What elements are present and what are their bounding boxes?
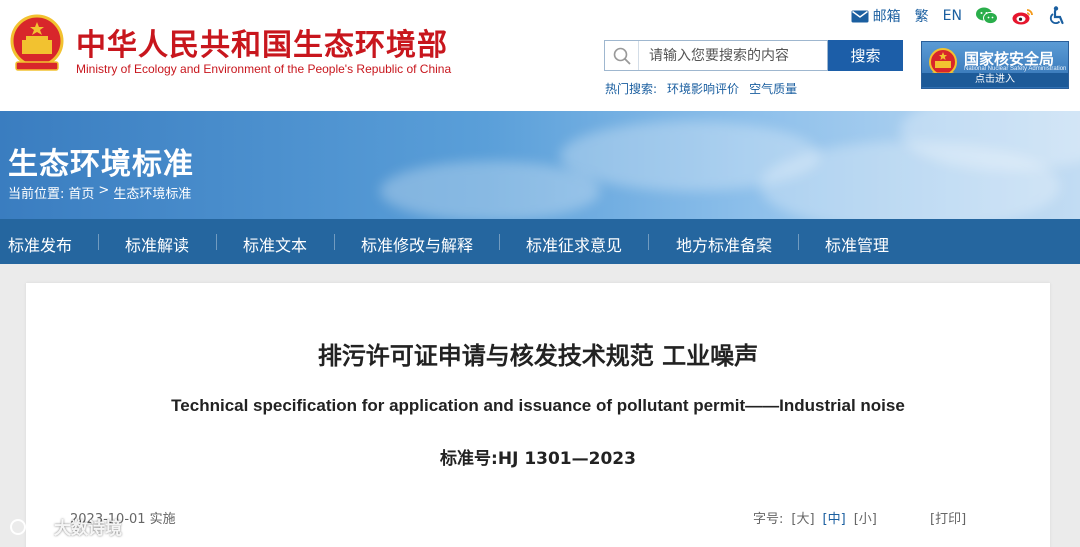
accessibility-link[interactable]	[1048, 6, 1066, 26]
nav-item-interpretation[interactable]: 标准解读	[125, 232, 189, 256]
accessibility-icon	[1049, 6, 1064, 25]
print-button[interactable]: [打印]	[930, 508, 966, 527]
hot-search-keyword-eia[interactable]: 环境影响评价	[667, 80, 739, 97]
main-nav: 标准发布 标准解读 标准文本 标准修改与解释 标准征求意见 地方标准备案 标准管…	[0, 219, 1080, 264]
font-size-label: 字号:	[753, 512, 784, 527]
nnsa-enter-label: 点击进入	[922, 73, 1068, 87]
watermark: 大数诗境	[8, 514, 122, 539]
breadcrumb: 当前位置: 首页 > 生态环境标准	[8, 183, 191, 202]
hot-search: 热门搜索: 环境影响评价 空气质量	[605, 80, 797, 97]
mail-label: 邮箱	[872, 9, 901, 25]
breadcrumb-home[interactable]: 首页	[68, 183, 94, 202]
nav-item-amendment[interactable]: 标准修改与解释	[361, 232, 473, 256]
traditional-chinese-link[interactable]: 繁	[915, 6, 929, 26]
nav-item-local-filing[interactable]: 地方标准备案	[676, 232, 772, 256]
font-size-control: 字号: [大] [中] [小]	[753, 508, 877, 527]
mail-icon	[851, 10, 869, 22]
nav-item-release[interactable]: 标准发布	[8, 232, 72, 256]
nnsa-entry-button[interactable]: 国家核安全局 National Nuclear Safety Administr…	[921, 41, 1069, 89]
mail-link[interactable]: 邮箱	[851, 6, 901, 26]
site-name-en[interactable]: Ministry of Ecology and Environment of t…	[76, 62, 451, 76]
site-header: 中华人民共和国生态环境部 Ministry of Ecology and Env…	[0, 0, 1080, 111]
section-title: 生态环境标准	[8, 147, 194, 182]
nav-item-comments[interactable]: 标准征求意见	[526, 232, 622, 256]
english-link[interactable]: EN	[943, 8, 962, 24]
standard-number: 标准号:HJ 1301—2023	[440, 449, 636, 469]
font-size-medium-button[interactable]: [中]	[823, 508, 846, 527]
watermark-text: 大数诗境	[54, 519, 122, 539]
section-banner: 生态环境标准 当前位置: 首页 > 生态环境标准	[0, 111, 1080, 219]
hot-search-label: 热门搜索:	[605, 82, 658, 96]
breadcrumb-separator: >	[98, 183, 110, 198]
hot-search-keyword-air[interactable]: 空气质量	[749, 80, 797, 97]
weibo-link[interactable]	[1012, 7, 1034, 25]
search-button[interactable]: 搜索	[828, 40, 903, 71]
nav-item-management[interactable]: 标准管理	[825, 232, 889, 256]
wechat-link[interactable]	[976, 7, 998, 25]
breadcrumb-prefix: 当前位置:	[8, 187, 65, 202]
wechat-icon	[976, 7, 998, 25]
article-title-cn: 排污许可证申请与核发技术规范 工业噪声	[317, 342, 759, 370]
nnsa-name-en: National Nuclear Safety Administration	[964, 66, 1067, 72]
font-size-small-button[interactable]: [小]	[854, 508, 877, 527]
watermark-logo-icon	[10, 518, 48, 535]
weibo-icon	[1012, 9, 1033, 25]
nav-item-text[interactable]: 标准文本	[243, 232, 307, 256]
search-box	[604, 40, 828, 71]
site-name-cn[interactable]: 中华人民共和国生态环境部	[76, 20, 448, 64]
search-input[interactable]	[639, 41, 825, 70]
search-icon[interactable]	[605, 41, 639, 70]
national-emblem-icon[interactable]	[8, 14, 66, 76]
article-title-en: Technical specification for application …	[171, 396, 905, 415]
top-links: 邮箱 繁 EN	[851, 6, 1066, 26]
font-size-large-button[interactable]: [大]	[791, 508, 814, 527]
breadcrumb-current[interactable]: 生态环境标准	[113, 183, 191, 202]
